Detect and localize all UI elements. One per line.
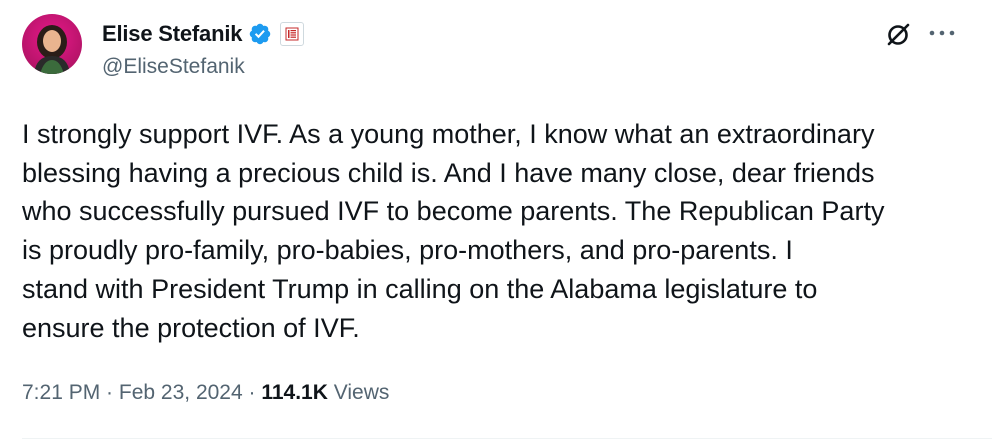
meta-separator: · — [242, 381, 262, 404]
avatar-image — [22, 14, 82, 74]
verified-badge-icon — [248, 22, 272, 46]
author-handle[interactable]: @EliseStefanik — [102, 55, 245, 79]
tweet-text: I strongly support IVF. As a young mothe… — [22, 119, 885, 343]
views-count[interactable]: 114.1K — [261, 381, 328, 405]
tweet-time[interactable]: 7:21 PM — [22, 381, 100, 405]
tweet-card: Elise Stefanik @EliseStefanik I strongly… — [0, 0, 992, 442]
tweet-date[interactable]: Feb 23, 2024 — [119, 381, 243, 405]
tweet-meta: 7:21 PM · Feb 23, 2024 · 114.1K Views — [22, 381, 389, 405]
divider — [22, 438, 992, 439]
grok-icon[interactable] — [884, 20, 912, 48]
more-options-icon[interactable] — [928, 20, 956, 42]
affiliate-badge-icon[interactable] — [280, 22, 305, 46]
author-display-name[interactable]: Elise Stefanik — [102, 21, 242, 47]
views-label: Views — [327, 381, 390, 404]
avatar[interactable] — [22, 14, 82, 74]
author-name-row: Elise Stefanik — [102, 19, 305, 49]
meta-separator: · — [100, 381, 119, 404]
